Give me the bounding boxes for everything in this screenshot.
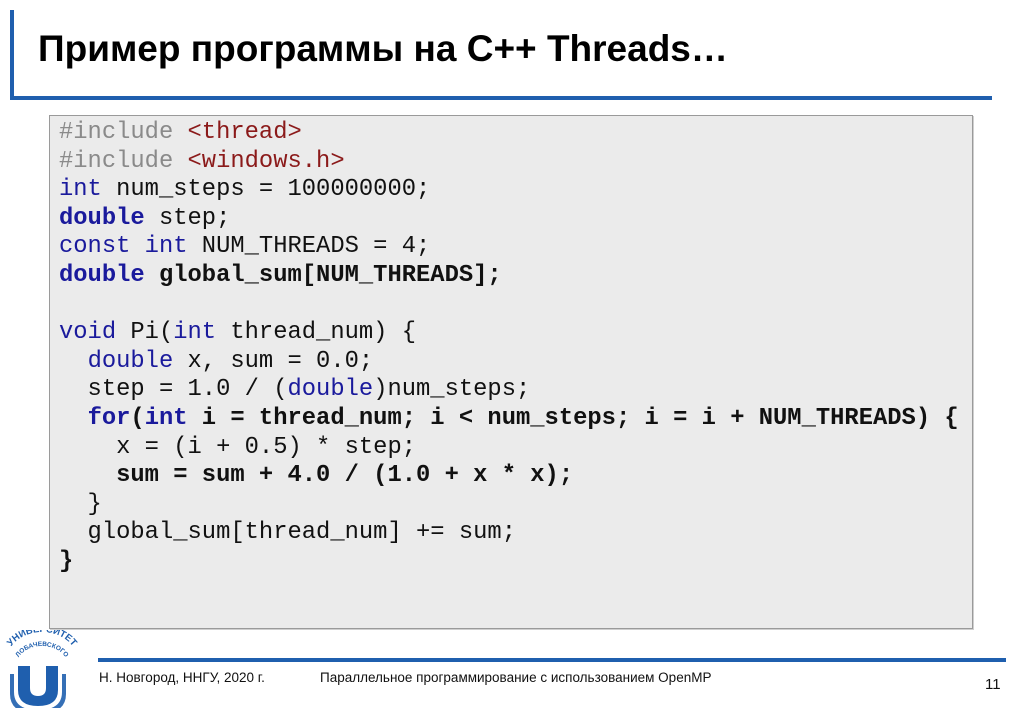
logo-u-shape-icon xyxy=(18,666,58,706)
slide-title: Пример программы на C++ Threads… xyxy=(38,28,728,69)
code-token: global_sum[NUM_THREADS]; xyxy=(144,261,502,289)
code-token: int xyxy=(59,176,102,204)
code-token: double xyxy=(59,261,145,289)
code-line: } xyxy=(59,491,959,520)
code-token: x = (i + 0.5) * step; xyxy=(59,433,417,461)
code-line: step = 1.0 / (double)num_steps; xyxy=(59,376,959,405)
code-block: #include <thread> #include <windows.h> int… xyxy=(59,119,959,577)
code-token: ( xyxy=(130,404,145,432)
code-token: <thread> xyxy=(187,119,302,146)
code-token: void xyxy=(59,319,117,347)
code-line: const int NUM_THREADS = 4; xyxy=(59,233,959,262)
code-line: } xyxy=(59,548,959,577)
code-line: x = (i + 0.5) * step; xyxy=(59,434,959,463)
code-line: #include <windows.h> xyxy=(59,148,959,177)
code-token: <windows.h> xyxy=(187,147,345,175)
code-token: step; xyxy=(144,204,231,232)
code-token: )num_steps; xyxy=(373,376,531,404)
code-line: double x, sum = 0.0; xyxy=(59,348,959,377)
code-token: i = thread_num; i < num_steps; i = i + N… xyxy=(187,404,959,432)
code-token: } xyxy=(59,547,74,575)
code-token: #include xyxy=(59,147,188,175)
code-line: sum = sum + 4.0 / (1.0 + x * x); xyxy=(59,462,959,491)
code-token: int xyxy=(173,319,217,347)
code-line: global_sum[thread_num] += sum; xyxy=(59,519,959,548)
university-logo: УНИВЕРСИТЕТ ЛОБАЧЕВСКОГО xyxy=(5,630,79,708)
code-line: int num_steps = 100000000; xyxy=(59,176,959,205)
code-token: num_steps = 100000000; xyxy=(101,176,431,204)
code-token: sum = sum + 4.0 / (1.0 + x * x); xyxy=(59,462,574,490)
code-token: int xyxy=(144,404,188,432)
code-token: #include xyxy=(59,119,188,146)
code-line: for(int i = thread_num; i < num_steps; i… xyxy=(59,405,959,434)
code-token: double xyxy=(59,204,145,232)
code-token: const int xyxy=(59,233,188,261)
code-line: double step; xyxy=(59,205,959,234)
code-token: for xyxy=(87,404,131,432)
code-token: NUM_THREADS = 4; xyxy=(187,233,431,261)
code-token: step = 1.0 / ( xyxy=(59,376,288,404)
title-underline xyxy=(10,96,992,100)
page-number: 11 xyxy=(985,676,1001,693)
footer-course-title: Параллельное программирование с использо… xyxy=(320,670,712,685)
title-accent-bar xyxy=(10,10,14,99)
footer-divider xyxy=(98,658,1006,662)
logo-text-bottom: ЛОБАЧЕВСКОГО xyxy=(14,641,69,659)
code-token: double xyxy=(87,347,174,375)
code-token: x, sum = 0.0; xyxy=(173,347,374,375)
footer-location-year: Н. Новгород, ННГУ, 2020 г. xyxy=(99,670,265,685)
code-token: } xyxy=(59,490,102,518)
code-token: global_sum[thread_num] += sum; xyxy=(59,519,516,547)
code-token: thread_num) { xyxy=(216,319,417,347)
code-token: Pi( xyxy=(116,319,174,347)
code-line: #include <thread> xyxy=(59,119,959,148)
code-line: double global_sum[NUM_THREADS]; xyxy=(59,262,959,291)
code-token: double xyxy=(287,376,374,404)
code-line: void Pi(int thread_num) { xyxy=(59,319,959,348)
